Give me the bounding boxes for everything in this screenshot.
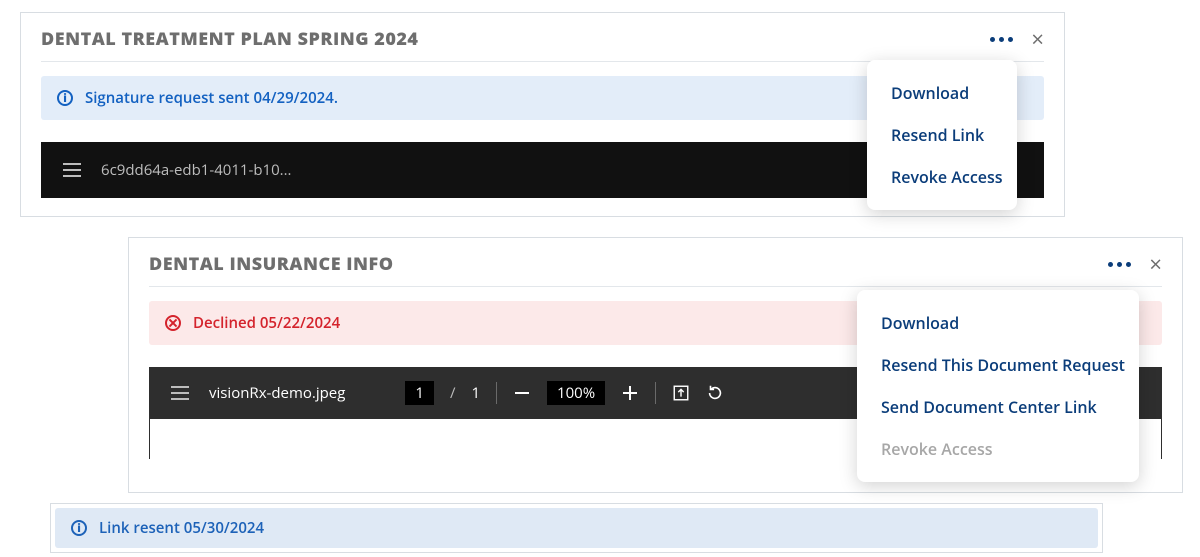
menu-icon[interactable] [171, 386, 189, 400]
menu-icon[interactable] [63, 163, 81, 177]
document-id-label: 6c9dd64a-edb1-4011-b10... [101, 160, 291, 180]
popover-item-download[interactable]: Download [857, 302, 1139, 344]
more-options-icon[interactable] [1108, 262, 1131, 267]
popover-item-resend-link[interactable]: Resend Link [867, 114, 1017, 156]
more-options-popover: Download Resend Link Revoke Access [867, 60, 1017, 210]
close-icon[interactable]: × [1031, 28, 1044, 50]
notification-bar: i Link resent 05/30/2024 [50, 503, 1103, 553]
popover-item-download[interactable]: Download [867, 72, 1017, 114]
card-header-actions: × [1108, 253, 1162, 275]
vertical-separator [655, 382, 656, 404]
card-header-actions: × [990, 28, 1044, 50]
info-icon: i [57, 90, 73, 106]
divider [149, 286, 1162, 287]
total-pages-label: 1 [471, 383, 480, 403]
alert-text: Signature request sent 04/29/2024. [85, 88, 338, 108]
card-header: DENTAL TREATMENT PLAN SPRING 2024 × [21, 13, 1064, 61]
more-options-icon[interactable] [990, 37, 1013, 42]
page-separator: / [450, 383, 456, 403]
declined-icon [165, 315, 181, 331]
popover-item-resend-document-request[interactable]: Resend This Document Request [857, 344, 1139, 386]
zoom-in-icon[interactable] [621, 384, 639, 402]
fit-to-page-icon[interactable] [672, 384, 690, 402]
current-page-input[interactable]: 1 [405, 381, 434, 405]
popover-item-revoke-access[interactable]: Revoke Access [867, 156, 1017, 198]
popover-item-send-document-center-link[interactable]: Send Document Center Link [857, 386, 1139, 428]
info-icon: i [71, 520, 87, 536]
vertical-separator [496, 382, 497, 404]
rotate-icon[interactable] [706, 384, 724, 402]
zoom-out-icon[interactable] [513, 384, 531, 402]
card-title: DENTAL TREATMENT PLAN SPRING 2024 [41, 27, 990, 51]
card-header: DENTAL INSURANCE INFO × [129, 238, 1182, 286]
pdf-viewer-controls: 1 / 1 100% [405, 381, 724, 405]
status-alert-link-resent: i Link resent 05/30/2024 [55, 508, 1098, 548]
popover-item-revoke-access: Revoke Access [857, 428, 1139, 470]
close-icon[interactable]: × [1149, 253, 1162, 275]
card-title: DENTAL INSURANCE INFO [149, 252, 1108, 276]
alert-text: Link resent 05/30/2024 [99, 518, 264, 538]
zoom-level-display[interactable]: 100% [547, 381, 605, 405]
more-options-popover: Download Resend This Document Request Se… [857, 290, 1139, 482]
alert-text: Declined 05/22/2024 [193, 313, 340, 333]
document-filename-label: visionRx-demo.jpeg [209, 383, 345, 403]
